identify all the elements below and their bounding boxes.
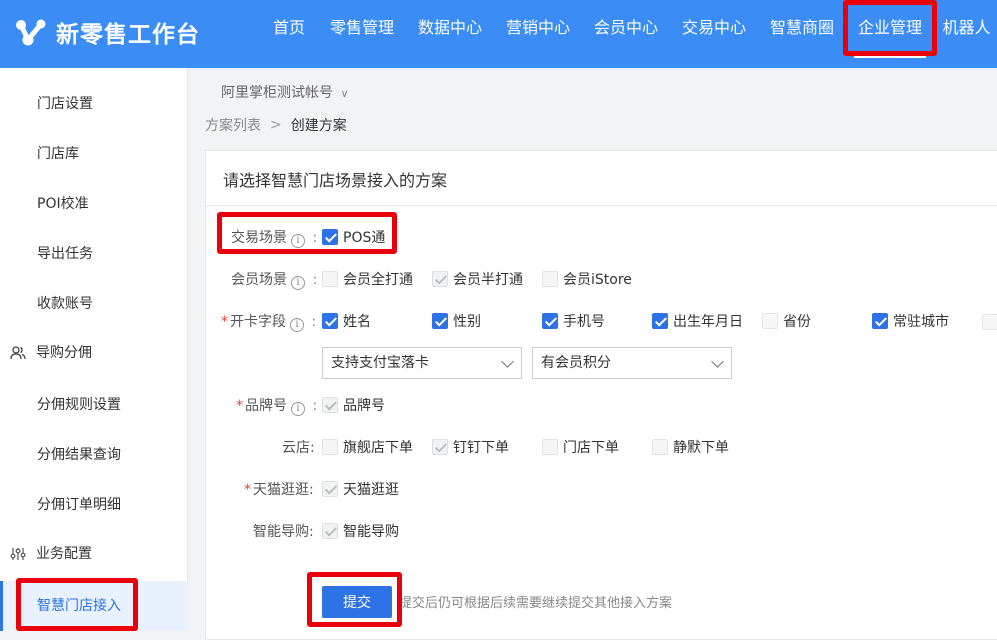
sidebar-item-smart-store-access[interactable]: 智慧门店接入 [0, 581, 188, 631]
nav-trade-center[interactable]: 交易中心 [670, 0, 758, 68]
checkbox-birthday[interactable]: 出生年月日 [652, 311, 743, 331]
sidebar: 门店设置 门店库 POI校准 导出任务 收款账号 导购分佣 分佣规则设置 分佣结… [0, 68, 188, 631]
checkbox-tmall[interactable]: 天猫逛逛 [322, 479, 399, 499]
info-icon[interactable]: i [291, 276, 305, 290]
checkbox-dingtalk-order[interactable]: 钉钉下单 [432, 437, 509, 457]
sidebar-item-commission-results[interactable]: 分佣结果查询 [0, 430, 188, 480]
nav-robot[interactable]: 机器人 [934, 0, 997, 68]
checkbox-member-half[interactable]: 会员半打通 [432, 269, 523, 289]
app-logo[interactable]: 新零售工作台 [14, 14, 200, 50]
panel-title: 请选择智慧门店场景接入的方案 [223, 171, 448, 190]
submit-button[interactable]: 提交 [322, 586, 392, 618]
app-title: 新零售工作台 [56, 22, 200, 48]
checkbox-member-full[interactable]: 会员全打通 [322, 269, 413, 289]
checkbox-member-istore[interactable]: 会员iStore [542, 269, 632, 289]
checkbox-resident-city[interactable]: 常驻城市 [872, 311, 949, 331]
submit-hint: 提交后仍可根据后续需要继续提交其他接入方案 [399, 596, 673, 611]
breadcrumb-current: 创建方案 [290, 118, 347, 134]
checkbox-name[interactable]: 姓名 [322, 311, 371, 331]
top-navigation-bar: 新零售工作台 首页 零售管理 数据中心 营销中心 会员中心 交易中心 智慧商圈 … [0, 0, 997, 68]
chevron-down-icon [501, 355, 514, 368]
checkbox-flagship-order[interactable]: 旗舰店下单 [322, 437, 413, 457]
logo-icon [16, 19, 46, 46]
main-nav: 首页 零售管理 数据中心 营销中心 会员中心 交易中心 智慧商圈 企业管理 机器… [260, 0, 997, 68]
checkbox-store-order[interactable]: 门店下单 [542, 437, 619, 457]
nav-marketing[interactable]: 营销中心 [494, 0, 582, 68]
people-icon [9, 328, 27, 378]
sliders-icon [9, 529, 27, 579]
nav-member-center[interactable]: 会员中心 [582, 0, 670, 68]
smart-guide-label: 智能导购: [253, 524, 314, 540]
brand-label: * 品牌号 i : [236, 398, 318, 416]
account-name: 阿里掌柜测试帐号 [221, 85, 333, 101]
checkbox-gender[interactable]: 性别 [432, 311, 481, 331]
sidebar-group-label: 导购分佣 [36, 345, 92, 361]
nav-smart-district[interactable]: 智慧商圈 [758, 0, 846, 68]
checkbox-brand[interactable]: 品牌号 [322, 395, 385, 415]
sidebar-item-poi-calibration[interactable]: POI校准 [0, 179, 188, 229]
sidebar-group-commission[interactable]: 导购分佣 [0, 328, 188, 378]
sidebar-item-commission-orders[interactable]: 分佣订单明细 [0, 480, 188, 530]
chevron-down-icon: ∨ [340, 87, 349, 100]
checkbox-box [322, 229, 338, 245]
checkbox-silent-order[interactable]: 静默下单 [652, 437, 729, 457]
nav-enterprise[interactable]: 企业管理 [846, 0, 934, 68]
chevron-down-icon [711, 355, 724, 368]
nav-retail[interactable]: 零售管理 [318, 0, 406, 68]
trade-scene-label: 交易场景 i : [231, 230, 318, 248]
sidebar-item-store-library[interactable]: 门店库 [0, 129, 188, 179]
sidebar-item-payment-account[interactable]: 收款账号 [0, 279, 188, 329]
member-scene-label: 会员场景 i : [231, 272, 318, 290]
info-icon[interactable]: i [291, 234, 305, 248]
sidebar-group-label: 业务配置 [36, 546, 92, 562]
checkbox-smart-guide[interactable]: 智能导购 [322, 521, 399, 541]
panel-divider [206, 205, 997, 206]
checkbox-partial[interactable] [982, 314, 997, 330]
checkbox-province[interactable]: 省份 [762, 311, 811, 331]
checkbox-pos[interactable]: POS通 [322, 227, 385, 247]
card-fields-label: * 开卡字段 i : [221, 314, 317, 332]
nav-home[interactable]: 首页 [260, 0, 318, 68]
card-type-select[interactable]: 支持支付宝落卡 [322, 347, 522, 379]
breadcrumb-parent[interactable]: 方案列表 [205, 115, 261, 135]
account-switcher[interactable]: 阿里掌柜测试帐号 ∨ [221, 82, 349, 102]
points-select[interactable]: 有会员积分 [532, 347, 732, 379]
breadcrumb-separator: > [270, 117, 282, 133]
sidebar-group-business-config[interactable]: 业务配置 [0, 529, 188, 579]
checkbox-phone[interactable]: 手机号 [542, 311, 605, 331]
breadcrumb: 方案列表 > 创建方案 [205, 115, 347, 135]
cloud-store-label: 云店: [282, 440, 315, 456]
nav-data-center[interactable]: 数据中心 [406, 0, 494, 68]
tmall-label: * 天猫逛逛: [244, 482, 314, 498]
sidebar-item-store-settings[interactable]: 门店设置 [0, 79, 188, 129]
info-icon[interactable]: i [290, 318, 304, 332]
info-icon[interactable]: i [291, 402, 305, 416]
sidebar-item-export-tasks[interactable]: 导出任务 [0, 229, 188, 279]
sidebar-item-commission-rules[interactable]: 分佣规则设置 [0, 380, 188, 430]
